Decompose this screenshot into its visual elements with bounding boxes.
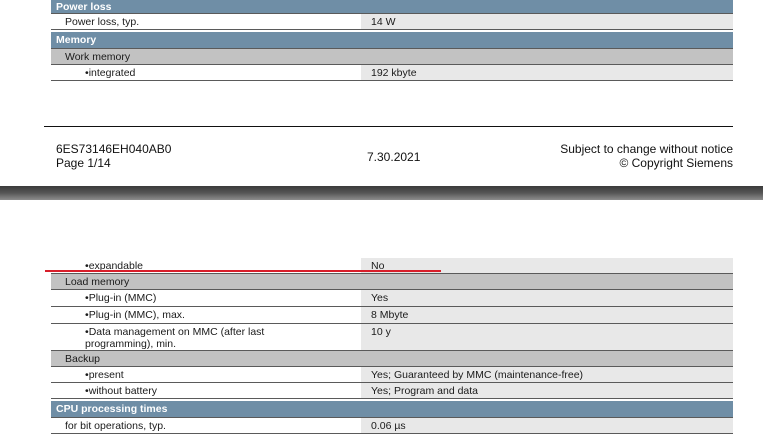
row-value: 0.06 µs xyxy=(361,418,733,433)
section-header-cpu-processing: CPU processing times xyxy=(51,401,733,418)
row-value: 192 kbyte xyxy=(361,65,733,80)
row-value: 14 W xyxy=(361,14,733,29)
footer-order-number: 6ES73146EH040AB0 xyxy=(56,142,172,156)
row-value: Yes; Guaranteed by MMC (maintenance-free… xyxy=(361,367,733,382)
row-label: Plug-in (MMC) xyxy=(51,290,361,306)
row-value: 10 y xyxy=(361,324,733,350)
row-label: for bit operations, typ. xyxy=(51,418,361,433)
subheader-load-memory: Load memory xyxy=(51,274,733,290)
document-page-2: expandable No Load memory Plug-in (MMC) … xyxy=(0,200,763,436)
table-row-bit-operations: for bit operations, typ. 0.06 µs xyxy=(51,418,733,434)
row-label: integrated xyxy=(51,65,361,80)
footer-notice: Subject to change without notice xyxy=(560,142,733,156)
section-header-power-loss: Power loss xyxy=(51,0,733,14)
row-label: Plug-in (MMC), max. xyxy=(51,307,361,323)
footer-copyright: © Copyright Siemens xyxy=(619,156,733,170)
table-row-data-management: Data management on MMC (after last progr… xyxy=(51,324,733,351)
row-label: present xyxy=(51,367,361,382)
spec-table-page-1: Power loss Power loss, typ. 14 W Memory … xyxy=(51,0,733,81)
footer-page-number: Page 1/14 xyxy=(56,156,111,170)
page-separator xyxy=(0,186,763,200)
row-value: Yes; Program and data xyxy=(361,383,733,398)
row-label: without battery xyxy=(51,383,361,398)
subheader-work-memory: Work memory xyxy=(51,49,733,65)
red-annotation-underline xyxy=(45,270,441,272)
table-row-plugin: Plug-in (MMC) Yes xyxy=(51,290,733,307)
footer-divider xyxy=(44,126,733,127)
row-value: 8 Mbyte xyxy=(361,307,733,323)
row-value: Yes xyxy=(361,290,733,306)
table-row-without-battery: without battery Yes; Program and data xyxy=(51,383,733,399)
row-label-line-1: Data management on MMC (after last xyxy=(85,326,361,338)
spec-table-page-2: expandable No Load memory Plug-in (MMC) … xyxy=(51,258,733,434)
document-page-1: Power loss Power loss, typ. 14 W Memory … xyxy=(0,0,763,186)
row-label: Data management on MMC (after last progr… xyxy=(51,324,361,350)
row-label: Power loss, typ. xyxy=(51,14,361,29)
table-row-power-loss: Power loss, typ. 14 W xyxy=(51,14,733,30)
subheader-backup: Backup xyxy=(51,351,733,367)
table-row-plugin-max: Plug-in (MMC), max. 8 Mbyte xyxy=(51,307,733,324)
section-header-memory: Memory xyxy=(51,32,733,49)
footer-date: 7.30.2021 xyxy=(367,150,421,164)
table-row-integrated: integrated 192 kbyte xyxy=(51,65,733,81)
table-row-present: present Yes; Guaranteed by MMC (maintena… xyxy=(51,367,733,383)
row-label-line-2: programming), min. xyxy=(85,338,177,350)
